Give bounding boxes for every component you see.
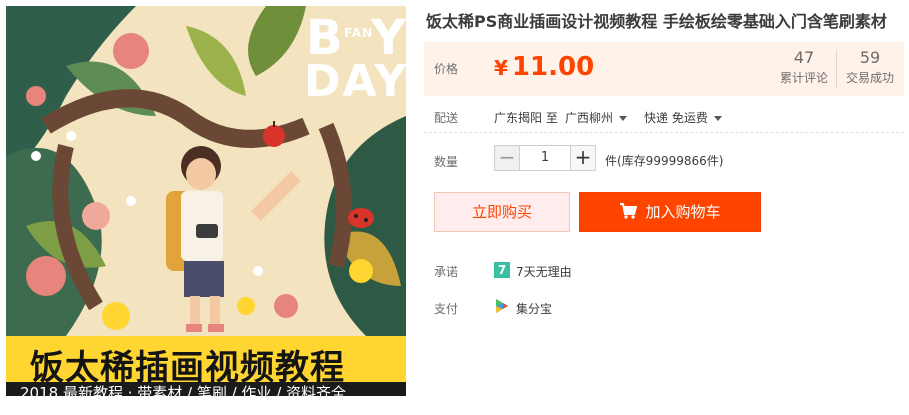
stat-divider	[836, 50, 837, 88]
product-image[interactable]: FAN B Y DAY 饭太稀插画视频教程 2018 最新教程 · 带素材 / …	[6, 6, 406, 396]
promise-label: 承诺	[434, 265, 459, 279]
price-value: ¥11.00	[494, 52, 594, 82]
payment-label: 支付	[434, 302, 459, 316]
add-to-cart-label: 加入购物车	[645, 203, 721, 221]
price-amount: 11.00	[511, 52, 595, 82]
image-fan-text: FAN	[344, 26, 374, 40]
delivery-destination-select[interactable]: 广西柳州	[565, 109, 628, 126]
reviews-label: 累计评论	[779, 71, 828, 85]
product-title: 饭太稀PS商业插画设计视频教程 手绘板绘零基础入门含笔刷素材	[426, 12, 887, 31]
delivery-label: 配送	[434, 111, 459, 125]
image-day-text: DAY	[304, 56, 406, 107]
section-divider	[424, 132, 904, 133]
buy-now-button[interactable]: 立即购买	[434, 192, 570, 232]
currency-symbol: ¥	[494, 56, 508, 80]
quantity-increase-button[interactable]: +	[570, 145, 596, 171]
delivery-destination: 广西柳州	[565, 111, 614, 125]
points-pay-icon	[496, 299, 508, 313]
sales-count: 59	[859, 48, 881, 67]
chevron-down-icon	[713, 116, 722, 121]
add-to-cart-button[interactable]: 加入购物车	[579, 192, 761, 232]
shipping-method: 快递 免运费	[644, 111, 708, 125]
reviews-count: 47	[793, 48, 815, 67]
quantity-decrease-button[interactable]: −	[494, 145, 520, 171]
promise-text[interactable]: 7天无理由	[516, 263, 572, 280]
seven-day-return-icon: 7	[494, 262, 510, 278]
payment-text[interactable]: 集分宝	[516, 300, 552, 317]
quantity-label: 数量	[434, 155, 459, 169]
stock-text: 件(库存99999866件)	[605, 154, 724, 168]
sales-stat[interactable]: 59 交易成功	[840, 48, 900, 90]
quantity-input[interactable]: 1	[520, 145, 570, 171]
sales-label: 交易成功	[845, 71, 894, 85]
cart-icon	[620, 203, 638, 219]
price-panel: 价格 ¥11.00 47 累计评论 59 交易成功	[424, 42, 904, 96]
shipping-method-select[interactable]: 快递 免运费	[644, 109, 722, 126]
chevron-down-icon	[619, 116, 628, 121]
reviews-stat[interactable]: 47 累计评论	[774, 48, 834, 90]
price-label: 价格	[434, 62, 459, 76]
image-strip-text: 2018 最新教程 · 带素材 / 笔刷 / 作业 / 资料齐全	[20, 384, 347, 396]
delivery-from: 广东揭阳 至	[494, 111, 558, 125]
